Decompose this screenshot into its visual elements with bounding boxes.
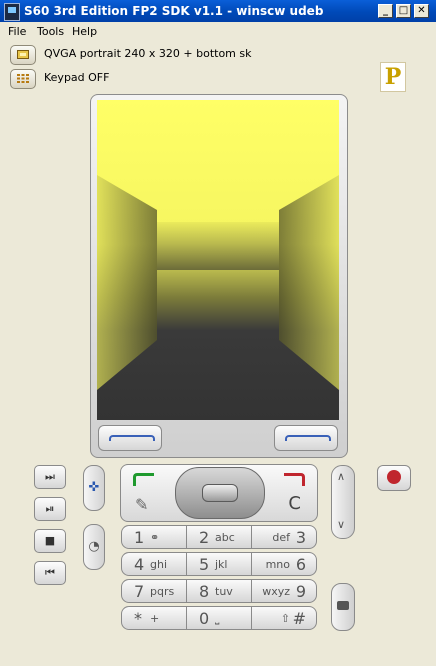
right-softkey[interactable] <box>274 425 338 451</box>
next-icon: ⏭ <box>45 470 55 483</box>
power-button[interactable] <box>377 465 411 491</box>
key-3[interactable]: def 3 <box>251 525 317 549</box>
resolution-button[interactable] <box>10 45 36 65</box>
close-button[interactable]: ✕ <box>414 4 429 18</box>
volume-rocker[interactable]: ∧ ∨ <box>331 465 355 539</box>
window-title: S60 3rd Edition FP2 SDK v1.1 - winscw ud… <box>24 4 324 18</box>
keypad-status-label: Keypad OFF <box>44 71 110 84</box>
key-star[interactable]: * + <box>121 606 187 630</box>
minimize-button[interactable]: _ <box>378 4 393 18</box>
maximize-button[interactable]: □ <box>396 4 411 18</box>
key-hash[interactable]: ⇧ # <box>251 606 317 630</box>
edit-key-pencil-icon[interactable]: ✎ <box>135 495 148 514</box>
previous-icon: ⏮ <box>45 566 55 579</box>
call-key[interactable] <box>133 473 154 486</box>
key-7[interactable]: 7 pqrs <box>121 579 187 603</box>
camera-icon <box>337 601 349 610</box>
navigation-pad[interactable] <box>175 467 265 519</box>
key-1[interactable]: 1 ⚭ <box>121 525 187 549</box>
resolution-row: QVGA portrait 240 x 320 + bottom sk <box>0 44 436 68</box>
menu-key[interactable]: ✜ <box>83 465 105 511</box>
chevron-up-icon[interactable]: ∧ <box>337 470 345 483</box>
corridor-render <box>97 100 339 420</box>
navigation-cluster: ✎ C <box>120 464 318 522</box>
previous-track-button[interactable]: ⏮ <box>34 561 66 585</box>
stop-icon: ■ <box>44 534 56 547</box>
key-2[interactable]: 2 abc <box>186 525 252 549</box>
menu-bar: File Tools Help <box>0 22 436 42</box>
left-softkey[interactable] <box>98 425 162 451</box>
next-track-button[interactable]: ⏭ <box>34 465 66 489</box>
keypad-row: Keypad OFF <box>0 68 436 92</box>
key-8[interactable]: 8 tuv <box>186 579 252 603</box>
power-icon <box>387 470 401 484</box>
clear-key[interactable]: C <box>288 493 301 514</box>
apps-swirl-icon: ✜ <box>88 480 100 495</box>
chevron-down-icon[interactable]: ∨ <box>337 518 345 531</box>
menu-tools[interactable]: Tools <box>37 25 64 38</box>
screen-icon <box>17 50 29 59</box>
menu-file[interactable]: File <box>8 25 26 38</box>
end-call-key[interactable] <box>284 473 305 486</box>
key-4[interactable]: 4 ghi <box>121 552 187 576</box>
key-5[interactable]: 5 jkl <box>186 552 252 576</box>
device-screen[interactable] <box>97 100 339 420</box>
resolution-label: QVGA portrait 240 x 320 + bottom sk <box>44 47 252 60</box>
app-icon[interactable] <box>4 3 20 21</box>
title-bar: S60 3rd Edition FP2 SDK v1.1 - winscw ud… <box>0 0 436 22</box>
keypad-icon <box>17 74 29 83</box>
camera-button[interactable] <box>331 583 355 631</box>
play-pause-button[interactable]: ⏯ <box>34 497 66 521</box>
key-0[interactable]: 0 ⎵ <box>186 606 252 630</box>
play-pause-icon: ⏯ <box>45 502 55 515</box>
multimedia-key[interactable]: ◔ <box>83 524 105 570</box>
select-key[interactable] <box>202 484 238 502</box>
keypad-toggle-button[interactable] <box>10 69 36 89</box>
key-9[interactable]: wxyz 9 <box>251 579 317 603</box>
stop-button[interactable]: ■ <box>34 529 66 553</box>
key-6[interactable]: mno 6 <box>251 552 317 576</box>
menu-help[interactable]: Help <box>72 25 97 38</box>
p-logo: P <box>380 62 406 92</box>
multimedia-icon: ◔ <box>88 539 100 554</box>
